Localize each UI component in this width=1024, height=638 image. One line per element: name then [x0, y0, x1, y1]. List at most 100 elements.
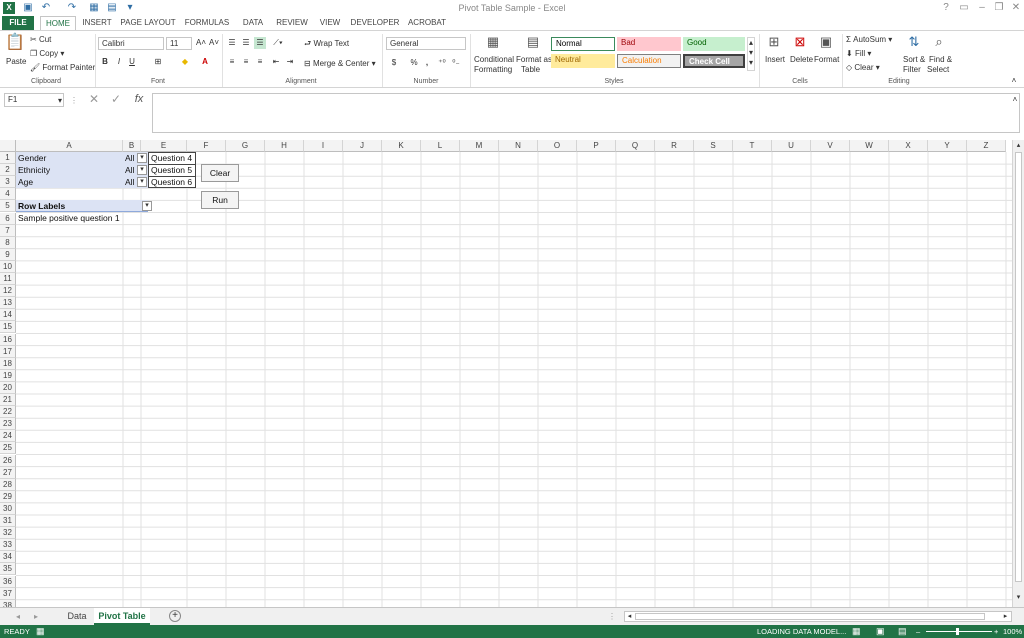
column-header[interactable]: L: [421, 140, 460, 152]
column-header[interactable]: R: [655, 140, 694, 152]
align-left-icon[interactable]: ≡: [226, 56, 238, 68]
filter-dropdown-gender-icon[interactable]: ▾: [137, 153, 147, 163]
row-header[interactable]: 24: [0, 430, 16, 443]
row-header[interactable]: 28: [0, 478, 16, 491]
name-box[interactable]: F1: [4, 93, 64, 107]
tab-review[interactable]: REVIEW: [274, 16, 310, 30]
style-calculation[interactable]: Calculation: [617, 54, 681, 68]
row-header[interactable]: 21: [0, 394, 16, 407]
enter-icon[interactable]: ✓: [110, 93, 122, 105]
delete-cells-icon[interactable]: ⊠: [792, 34, 808, 50]
column-header[interactable]: B: [123, 140, 141, 152]
tab-view[interactable]: VIEW: [316, 16, 344, 30]
find-select-label-1[interactable]: Find &: [929, 55, 952, 65]
align-right-icon[interactable]: ≡: [254, 56, 266, 68]
format-as-table-label-1[interactable]: Format as: [516, 55, 552, 65]
format-button[interactable]: Format: [814, 55, 839, 65]
sort-filter-icon[interactable]: ⇅: [905, 34, 923, 50]
run-button[interactable]: Run: [201, 191, 239, 209]
column-header[interactable]: H: [265, 140, 304, 152]
fill-button[interactable]: ⬇ Fill ▾: [846, 49, 871, 59]
number-format-dropdown[interactable]: General: [386, 37, 466, 50]
new-sheet-icon[interactable]: +: [169, 610, 181, 622]
row-header[interactable]: 1: [0, 152, 16, 165]
column-header[interactable]: Q: [616, 140, 655, 152]
column-header[interactable]: N: [499, 140, 538, 152]
row-header[interactable]: 25: [0, 442, 16, 455]
orientation-icon[interactable]: ⟋▾: [270, 37, 286, 49]
column-header[interactable]: A: [16, 140, 123, 152]
collapse-ribbon-icon[interactable]: ˄: [1008, 75, 1020, 87]
fill-color-icon[interactable]: ◆: [178, 56, 192, 68]
column-header[interactable]: I: [304, 140, 343, 152]
row-header[interactable]: 10: [0, 260, 16, 273]
row-header[interactable]: 34: [0, 551, 16, 564]
column-header[interactable]: K: [382, 140, 421, 152]
scroll-right-icon[interactable]: ▸: [1001, 611, 1010, 623]
row-header[interactable]: 29: [0, 490, 16, 503]
pivot-row-item[interactable]: Sample positive question 1: [16, 212, 120, 224]
row-header[interactable]: 17: [0, 345, 16, 358]
format-painter-button[interactable]: 🖌 Format Painter: [30, 63, 95, 73]
page-layout-view-icon[interactable]: ▣: [876, 625, 885, 638]
conditional-formatting-icon[interactable]: ▦: [484, 34, 502, 50]
minimize-icon[interactable]: –: [975, 2, 989, 14]
font-name-dropdown[interactable]: Calibri: [98, 37, 164, 50]
style-bad[interactable]: Bad: [617, 37, 681, 51]
comma-button[interactable]: ,: [422, 57, 432, 69]
delete-button[interactable]: Delete: [790, 55, 813, 65]
row-header[interactable]: 19: [0, 369, 16, 382]
zoom-out-icon[interactable]: –: [916, 625, 920, 638]
row-header[interactable]: 37: [0, 587, 16, 600]
column-header[interactable]: J: [343, 140, 382, 152]
vertical-scroll-thumb[interactable]: [1015, 152, 1022, 582]
vertical-scrollbar[interactable]: ▴ ▾: [1012, 140, 1024, 607]
row-header[interactable]: 23: [0, 418, 16, 431]
paste-icon[interactable]: 📋: [5, 35, 25, 55]
next-sheet-icon[interactable]: ▸: [32, 611, 40, 623]
cut-button[interactable]: ✂ Cut: [30, 35, 51, 45]
conditional-formatting-label-1[interactable]: Conditional: [474, 55, 514, 65]
horizontal-scroll-thumb[interactable]: [635, 613, 985, 620]
style-normal[interactable]: Normal: [551, 37, 615, 51]
merge-center-button[interactable]: ⊟ Merge & Center ▾: [304, 59, 376, 69]
format-as-table-label-2[interactable]: Table: [521, 65, 540, 75]
row-header[interactable]: 36: [0, 575, 16, 588]
cancel-icon[interactable]: ✕: [88, 93, 100, 105]
column-header[interactable]: O: [538, 140, 577, 152]
expand-formula-bar-icon[interactable]: ˄: [1010, 94, 1020, 106]
horizontal-scrollbar[interactable]: ◂ ▸: [624, 611, 1012, 622]
tab-split-grip-icon[interactable]: ⋮: [608, 611, 616, 623]
format-as-table-icon[interactable]: ▤: [524, 34, 542, 50]
row-header[interactable]: 12: [0, 285, 16, 298]
column-header[interactable]: S: [694, 140, 733, 152]
row-header[interactable]: 11: [0, 273, 16, 286]
questions-list[interactable]: Question 4 Question 5 Question 6: [148, 152, 196, 188]
increase-font-icon[interactable]: A˄: [195, 37, 207, 49]
italic-button[interactable]: I: [114, 56, 124, 68]
scroll-up-icon[interactable]: ▴: [1013, 140, 1024, 152]
increase-decimal-icon[interactable]: ⁺⁰: [436, 57, 448, 69]
row-header[interactable]: 14: [0, 309, 16, 322]
decrease-indent-icon[interactable]: ⇤: [270, 56, 282, 68]
scroll-down-icon[interactable]: ▾: [1013, 592, 1024, 604]
format-cells-icon[interactable]: ▣: [818, 34, 834, 50]
column-header[interactable]: U: [772, 140, 811, 152]
align-center-icon[interactable]: ≡: [240, 56, 252, 68]
row-header[interactable]: 35: [0, 563, 16, 576]
close-icon[interactable]: ✕: [1009, 2, 1023, 14]
question-item[interactable]: Question 4: [149, 153, 195, 165]
row-header[interactable]: 2: [0, 164, 16, 177]
zoom-in-icon[interactable]: +: [994, 625, 998, 638]
tab-acrobat[interactable]: ACROBAT: [406, 16, 448, 30]
row-header[interactable]: 32: [0, 527, 16, 540]
help-icon[interactable]: ?: [939, 2, 953, 14]
binoculars-icon[interactable]: ⌕: [930, 34, 948, 50]
row-header[interactable]: 31: [0, 515, 16, 528]
tab-insert[interactable]: INSERT: [80, 16, 114, 30]
row-header[interactable]: 33: [0, 539, 16, 552]
insert-button[interactable]: Insert: [765, 55, 785, 65]
clear-button[interactable]: Clear: [201, 164, 239, 182]
currency-button[interactable]: $: [388, 57, 400, 69]
zoom-level[interactable]: 100%: [1003, 625, 1022, 638]
